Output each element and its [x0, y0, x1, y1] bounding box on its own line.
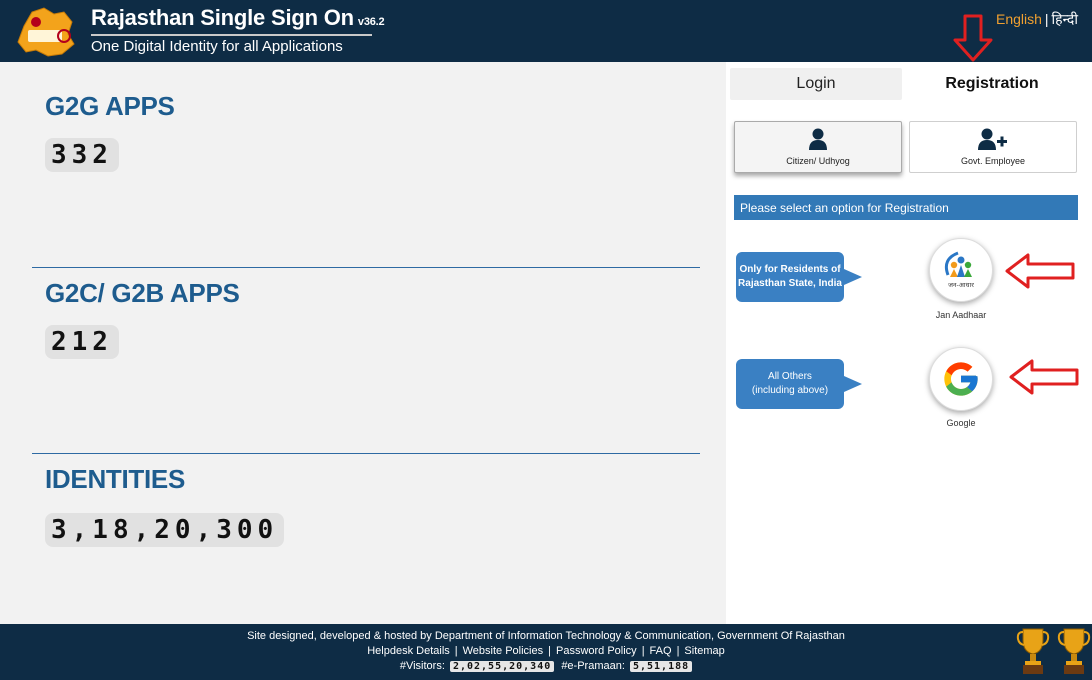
app-title-text: Rajasthan Single Sign On — [91, 5, 354, 30]
g2g-apps-counter: 332 — [45, 138, 119, 172]
visitors-counter: 2,02,55,20,340 — [449, 661, 555, 672]
footer-link-faq[interactable]: FAQ — [650, 645, 672, 657]
stats-divider — [32, 453, 700, 454]
epramaan-label: #e-Pramaan: — [561, 660, 625, 672]
trophy-icon — [1016, 628, 1050, 674]
lang-hindi-link[interactable]: हिन्दी — [1052, 11, 1078, 27]
footer-link-password-policy[interactable]: Password Policy — [556, 645, 637, 657]
user-plus-icon — [978, 128, 1007, 150]
app-title: Rajasthan Single Sign On v36.2 — [91, 5, 385, 31]
registration-instruction: Please select an option for Registration — [734, 195, 1078, 220]
jan-aadhaar-logo: जन-आधार — [944, 251, 974, 289]
red-arrow-icon — [1005, 253, 1075, 289]
identities-counter: 3,18,20,300 — [45, 513, 285, 547]
jan-aadhaar-info-bubble: Only for Residents of Rajasthan State, I… — [736, 252, 862, 302]
trophy-icon — [1057, 628, 1091, 674]
footer-link-sitemap[interactable]: Sitemap — [684, 645, 724, 657]
jan-aadhaar-button[interactable]: जन-आधार — [929, 238, 993, 302]
g2c-apps-title: G2C/ G2B APPS — [45, 278, 240, 308]
language-switcher: English | हिन्दी — [996, 10, 1078, 29]
footer-counters: #Visitors: 2,02,55,20,340 #e-Pramaan: 5,… — [0, 660, 1092, 672]
tab-login[interactable]: Login — [730, 68, 902, 100]
govt-employee-label: Govt. Employee — [960, 156, 1026, 166]
identities-title: IDENTITIES — [45, 464, 186, 494]
google-label: Google — [946, 418, 976, 428]
google-button[interactable] — [929, 347, 993, 411]
footer: Site designed, developed & hosted by Dep… — [0, 624, 1092, 680]
title-underline — [91, 34, 372, 36]
auth-panel: Login Registration Citizen/ Udhyog Govt.… — [726, 14, 1092, 624]
app-version: v36.2 — [357, 16, 385, 28]
lang-english-link[interactable]: English — [996, 11, 1042, 27]
jan-aadhaar-logo-text: जन-आधार — [948, 281, 974, 289]
footer-links: Helpdesk Details | Website Policies | Passwo… — [367, 645, 725, 657]
footer-credit: Site designed, developed & hosted by Dep… — [247, 630, 845, 642]
red-arrow-icon — [953, 14, 993, 62]
google-info-bubble: All Others (including above) — [736, 359, 862, 409]
google-bubble-line1: All Others — [768, 371, 812, 382]
citizen-udhyog-button[interactable]: Citizen/ Udhyog — [734, 121, 902, 173]
rajasthan-sso-logo[interactable] — [14, 4, 78, 60]
app-subtitle: One Digital Identity for all Application… — [91, 38, 343, 55]
user-icon — [809, 128, 827, 150]
lang-separator: | — [1044, 11, 1049, 27]
header: Rajasthan Single Sign On v36.2 One Digita… — [0, 0, 1092, 62]
epramaan-counter: 5,51,188 — [629, 661, 693, 672]
g2g-apps-title: G2G APPS — [45, 91, 175, 121]
footer-link-helpdesk[interactable]: Helpdesk Details — [367, 645, 450, 657]
red-arrow-icon — [1009, 359, 1079, 395]
stats-divider — [32, 267, 700, 268]
govt-employee-button[interactable]: Govt. Employee — [909, 121, 1077, 173]
tab-registration[interactable]: Registration — [916, 68, 1068, 100]
citizen-udhyog-label: Citizen/ Udhyog — [786, 156, 850, 166]
google-bubble-text: All Others (including above) — [752, 370, 828, 398]
footer-link-website-policies[interactable]: Website Policies — [463, 645, 544, 657]
jan-aadhaar-label: Jan Aadhaar — [935, 310, 987, 320]
google-bubble-line2: (including above) — [751, 385, 829, 396]
visitors-label: #Visitors: — [399, 660, 445, 672]
g2c-apps-counter: 212 — [45, 325, 119, 359]
stats-panel: G2G APPS 332 G2C/ G2B APPS 212 IDENTITIE… — [0, 62, 726, 624]
google-logo — [944, 362, 978, 396]
